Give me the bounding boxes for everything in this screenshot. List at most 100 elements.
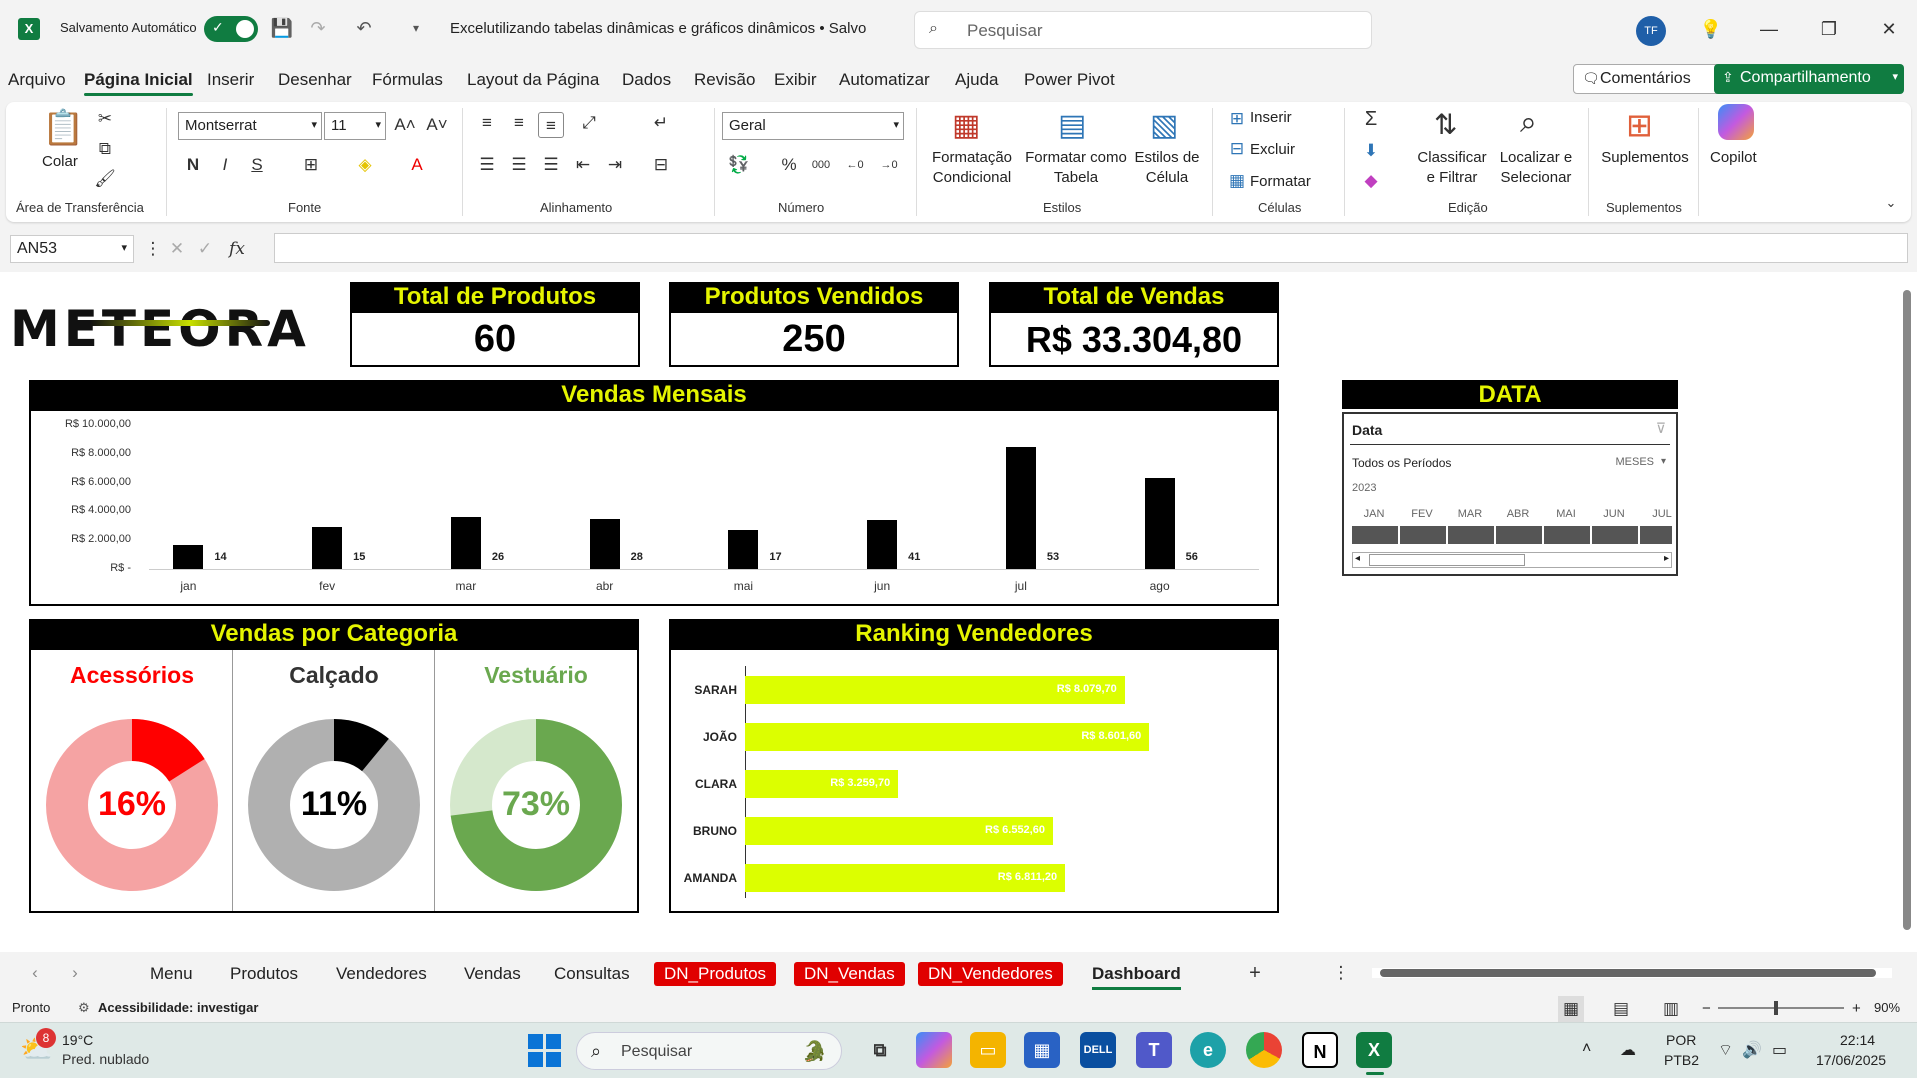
increase-indent-icon[interactable]: ⇥ [602,152,628,178]
format-table-button[interactable]: Formatar como Tabela [1024,148,1128,187]
edge-icon[interactable]: e [1190,1032,1226,1068]
enter-icon[interactable]: ✓ [192,236,218,262]
bar-fev[interactable] [312,526,343,569]
paste-button[interactable]: Colar [42,152,78,172]
menu-tab-11[interactable]: Power Pivot [1024,70,1115,90]
lightbulb-icon[interactable]: 💡 [1696,14,1726,44]
scroll-thumb[interactable] [1380,969,1876,977]
share-button[interactable]: ⇪ Compartilhamento ▾ [1714,64,1904,94]
format-cells-button[interactable]: Formatar [1250,172,1311,192]
file-explorer-icon[interactable]: ▭ [970,1032,1006,1068]
slicer-scroll-thumb[interactable] [1369,554,1525,566]
sheet-tab-consultas[interactable]: Consultas [544,962,640,986]
sheet-tab-produtos[interactable]: Produtos [220,962,308,986]
slicer-level[interactable]: MESES [1615,456,1654,468]
document-title[interactable]: Excelutilizando tabelas dinâmicas e gráf… [450,20,866,37]
thousands-icon[interactable]: 000 [808,152,834,178]
clear-filter-icon[interactable]: ⊽ [1656,420,1666,437]
zoom-slider-thumb[interactable] [1774,1001,1778,1015]
save-icon[interactable]: 💾 [270,16,294,40]
sort-filter-button[interactable]: Classificar e Filtrar [1412,148,1492,187]
addins-button[interactable]: Suplementos [1600,148,1690,168]
align-top-icon[interactable]: ≡ [474,110,500,136]
currency-icon[interactable]: 💱 [726,152,752,178]
find-select-button[interactable]: Localizar e Selecionar [1494,148,1578,187]
sort-filter-icon[interactable]: ⇅ [1434,108,1457,141]
decrease-decimal-icon[interactable]: →0 [876,152,902,178]
zoom-out-icon[interactable]: − [1702,1000,1711,1017]
menu-tab-1[interactable]: Página Inicial [84,70,193,96]
normal-view-icon[interactable]: ▦ [1558,996,1584,1022]
bar-abr[interactable] [589,518,620,569]
search-box[interactable]: ⌕ Pesquisar [914,11,1372,49]
cell-styles-icon[interactable]: ▧ [1150,108,1178,143]
delete-cells-icon[interactable]: ⊟ [1224,136,1250,162]
zoom-in-icon[interactable]: + [1852,1000,1861,1017]
font-name-dropdown[interactable]: Montserrat ▾ [178,112,322,140]
rank-bar-4[interactable]: R$ 6.811,20 [745,864,1066,892]
delete-cells-button[interactable]: Excluir [1250,140,1295,160]
align-bottom-icon[interactable]: ≡ [538,112,564,138]
rank-bar-3[interactable]: R$ 6.552,60 [745,817,1053,845]
chevron-left-icon[interactable]: ‹ [22,960,48,986]
menu-tab-10[interactable]: Ajuda [955,70,998,90]
store-icon[interactable]: ▦ [1024,1032,1060,1068]
name-box[interactable]: AN53 ▾ [10,235,134,263]
page-layout-icon[interactable]: ▤ [1608,996,1634,1022]
collapse-ribbon-icon[interactable]: ⌄ [1878,190,1904,216]
chevron-up-icon[interactable]: ˄ [1582,1040,1591,1058]
insert-cells-button[interactable]: Inserir [1250,108,1292,128]
sheet-tab-vendedores[interactable]: Vendedores [326,962,437,986]
sheet-tab-dashboard[interactable]: Dashboard [1082,962,1191,990]
increase-font-icon[interactable]: A˄ [392,112,418,138]
conditional-format-icon[interactable]: ▦ [952,108,980,143]
cut-icon[interactable]: ✂ [92,106,118,132]
menu-tab-6[interactable]: Dados [622,70,671,90]
minimize-icon[interactable]: — [1754,14,1784,44]
taskbar-search[interactable]: ⌕ Pesquisar 🐊 [576,1032,842,1070]
copy-icon[interactable]: ⧉ [92,136,118,162]
menu-tab-4[interactable]: Fórmulas [372,70,443,90]
insert-function-button[interactable]: fx [224,236,250,262]
zoom-slider[interactable] [1718,1001,1844,1015]
chevron-right-icon[interactable]: ▸ [1664,553,1669,564]
bar-jul[interactable] [1005,446,1036,569]
autosum-icon[interactable]: Σ [1358,106,1384,132]
borders-icon[interactable]: ⊞ [298,152,324,178]
dell-icon[interactable]: DELL [1080,1032,1116,1068]
chevron-right-icon[interactable]: › [62,960,88,986]
bar-mar[interactable] [450,517,481,569]
bold-button[interactable]: N [180,152,206,178]
menu-tab-2[interactable]: Inserir [207,70,254,90]
insert-cells-icon[interactable]: ⊞ [1224,106,1250,132]
format-table-icon[interactable]: ▤ [1058,108,1086,143]
teams-icon[interactable]: T [1136,1032,1172,1068]
autosave-toggle[interactable] [204,16,258,42]
bar-mai[interactable] [728,530,759,569]
clear-icon[interactable]: ◆ [1358,168,1384,194]
slicer-all-periods[interactable]: Todos os Períodos [1352,456,1451,470]
customize-qat-icon[interactable]: ▾ [404,16,428,40]
slicer-month-MAI[interactable]: MAI [1544,508,1588,520]
excel-taskbar-icon[interactable]: X [1356,1032,1392,1068]
cloud-icon[interactable]: ☁ [1620,1040,1636,1060]
percent-icon[interactable]: % [776,152,802,178]
windows-start-icon[interactable] [528,1034,562,1068]
close-icon[interactable]: ✕ [1874,14,1904,44]
date-slicer[interactable]: Data ⊽ Todos os Períodos MESES ▾ 2023 JA… [1342,412,1678,576]
slicer-month-MAR[interactable]: MAR [1448,508,1492,520]
redo-icon[interactable]: ↷ [306,16,330,40]
addins-icon[interactable]: ⊞ [1626,106,1653,144]
font-color-icon[interactable]: A [404,152,430,178]
orientation-icon[interactable]: ⤢ [576,110,602,136]
accessibility-status[interactable]: Acessibilidade: investigar [98,1000,258,1015]
font-size-dropdown[interactable]: 11 ▾ [324,112,386,140]
increase-decimal-icon[interactable]: ←0 [842,152,868,178]
cell-styles-button[interactable]: Estilos de Célula [1132,148,1202,187]
conditional-format-button[interactable]: Formatação Condicional [924,148,1020,187]
rank-bar-1[interactable]: R$ 8.601,60 [745,723,1150,751]
rank-bar-0[interactable]: R$ 8.079,70 [745,676,1125,704]
find-select-icon[interactable]: ⌕ [1520,106,1537,140]
underline-button[interactable]: S [244,152,270,178]
volume-icon[interactable]: 🔊 [1742,1040,1762,1060]
